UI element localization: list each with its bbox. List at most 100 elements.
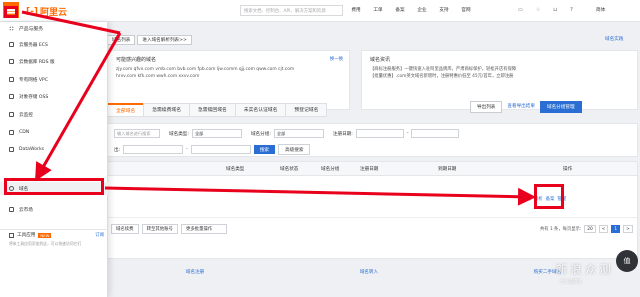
highlight-domain-item — [4, 178, 104, 195]
batch-renew-button[interactable]: 域名续费 — [111, 224, 139, 234]
news-line[interactable]: 【商标注册服务】一键快速入驻阿里品牌库，严肃商标保护，轻松开店有保障 — [370, 66, 629, 73]
nav-site[interactable]: 官网 — [455, 7, 477, 13]
date-separator: - — [186, 147, 188, 152]
expiry-start-input[interactable] — [123, 145, 184, 154]
cart-icon[interactable]: ⊔ — [553, 7, 557, 13]
view-export-link[interactable]: 查看导出结果 — [507, 101, 535, 113]
domain-search-input[interactable]: 输入域名进行搜索 — [114, 129, 160, 138]
group-manage-button[interactable]: 域名分组管理 — [539, 101, 582, 113]
advanced-search-button[interactable]: 高级搜索 — [278, 144, 311, 155]
news-line[interactable]: 【批量优惠】.com英文域名新增时，注册特惠价低至 45元/首年，立即注册 — [370, 73, 629, 80]
database-icon — [9, 59, 14, 64]
export-list-button[interactable]: 导出列表 — [470, 101, 503, 113]
nav-enterprise[interactable]: 企业 — [411, 7, 433, 13]
page-1-button[interactable]: 1 — [611, 225, 621, 233]
side-header-label: 产品与服务 — [19, 26, 43, 32]
language-switch[interactable]: 简体 — [596, 7, 605, 13]
sidebar-item-label: 云数据库 RDS 版 — [19, 59, 55, 65]
bell-icon[interactable]: ♢ — [536, 7, 540, 13]
date-label: 注册日期: — [332, 131, 353, 137]
tool-apps-label: 工具应用 — [17, 233, 36, 238]
help-link[interactable]: 域名实践 — [605, 36, 623, 42]
next-page-button[interactable]: > — [623, 225, 633, 233]
dataworks-icon — [9, 147, 14, 152]
table-footer: 域名续费 转至其他账号 更多批量操作 共有 1 条，每页显示: 20 < 1 > — [108, 220, 637, 236]
domain-suggestions[interactable]: zjy.com qfvx.com vmb.com bvb.com fpb.com… — [116, 66, 341, 73]
global-search-input[interactable]: 搜索文档、控制台、API、解决方案和资源 — [240, 5, 343, 16]
refresh-link[interactable]: 换一换 — [330, 56, 343, 62]
sidebar-item-label: CDN — [19, 130, 30, 135]
interest-domains-card: 可能感兴趣的域名 换一换 zjy.com qfvx.com vmb.com bv… — [107, 50, 350, 110]
col-status: 域名状态 — [280, 167, 299, 172]
sidebar-item-ecs[interactable]: 云服务器 ECS — [0, 38, 108, 51]
market-icon — [9, 207, 14, 212]
toolbox-icon — [9, 232, 14, 238]
domain-table: 域名类型 域名状态 域名分组 注册日期 到期日期 操作 续费 解析 备案 管理 … — [107, 161, 638, 275]
nav-ticket[interactable]: 工单 — [367, 7, 389, 13]
watermark-subtext: 什么值得买 — [560, 280, 582, 285]
sidebar-item-label: 对象存储 OSS — [19, 94, 49, 100]
batch-more-select[interactable]: 更多批量操作 — [180, 224, 227, 234]
storage-icon — [9, 94, 14, 99]
tab-unverified[interactable]: 未实名认证域名 — [234, 103, 287, 117]
nav-support[interactable]: 支持 — [433, 7, 455, 13]
list-actions: 导出列表 查看导出结果 域名分组管理 — [470, 101, 582, 113]
expiry-end-input[interactable] — [190, 145, 251, 154]
divider — [0, 229, 108, 230]
terminal-icon[interactable]: ▭ — [518, 7, 523, 13]
sidebar-item-cdn[interactable]: CDN — [0, 126, 108, 139]
top-icons: ▭ ♢ ⊔ ? — [518, 7, 573, 13]
col-actions: 操作 — [563, 167, 573, 172]
total-count: 共有 1 条，每页显示: — [540, 227, 582, 232]
tab-renew[interactable]: 急需续费域名 — [143, 103, 190, 117]
col-reg-date: 注册日期 — [360, 167, 379, 172]
highlight-resolve-link — [534, 184, 564, 209]
monitor-icon — [9, 112, 14, 117]
renew-link[interactable]: 续费 — [522, 196, 531, 202]
page-size-select[interactable]: 20 — [584, 225, 596, 233]
date-end-input[interactable] — [411, 129, 460, 138]
transfer-button[interactable]: 转至其他账号 — [141, 224, 178, 234]
sidebar-item-vpc[interactable]: 专有网络 VPC — [0, 73, 108, 86]
sidebar-item-market[interactable]: 云市场 — [0, 203, 108, 216]
register-domain-link[interactable]: 域名注册 — [186, 269, 204, 275]
tab-all-domains[interactable]: 全部域名 — [107, 103, 145, 117]
card-title: 可能感兴趣的域名 — [116, 57, 157, 63]
sidebar-item-rds[interactable]: 云数据库 RDS 版 — [0, 55, 108, 68]
cdn-icon — [9, 130, 14, 135]
group-select[interactable]: 全部 — [273, 129, 324, 138]
crumb-domain-list[interactable]: 域名列表 — [107, 35, 136, 45]
sidebar-item-label: 云服务器 ECS — [19, 42, 48, 48]
date-start-input[interactable] — [355, 129, 404, 138]
product-side-panel: 产品与服务 › 云服务器 ECS 云数据库 RDS 版 专有网络 VPC 对象存… — [0, 22, 108, 297]
col-group: 域名分组 — [321, 167, 340, 172]
group-label: 域名分组: — [250, 131, 271, 137]
tab-preregister[interactable]: 预登记域名 — [285, 103, 328, 117]
help-icon[interactable]: ? — [570, 7, 573, 13]
prev-page-button[interactable]: < — [598, 225, 609, 233]
type-select[interactable]: 全部 — [191, 129, 242, 138]
watermark-text: 新 浪 众 测 — [556, 263, 611, 276]
transfer-in-link[interactable]: 域名转入 — [360, 269, 378, 275]
nav-billing[interactable]: 费用 — [345, 7, 367, 13]
tool-apps-description: 将来工具应用添加到这，可以快速访问它们 — [9, 241, 82, 246]
nav-icp[interactable]: 备案 — [389, 7, 411, 13]
subscribe-link[interactable]: 订阅 — [95, 232, 104, 238]
chevron-right-icon: › — [100, 25, 102, 31]
crumb-dns-list[interactable]: 进入域名解析列表>> — [137, 35, 192, 45]
logo-text: 阿里云 — [39, 8, 67, 18]
aliyun-logo[interactable]: [-] 阿里云 — [26, 5, 67, 19]
sidebar-item-label: 专有网络 VPC — [19, 77, 48, 83]
sidebar-item-label: DataWorks — [19, 147, 44, 152]
products-services-header[interactable]: 产品与服务 › — [0, 22, 108, 34]
sidebar-item-monitor[interactable]: 云监控 — [0, 108, 108, 121]
tool-apps-section: 工具应用 NEW 订阅 将来工具应用添加到这，可以快速访问它们 — [9, 232, 104, 247]
pagination: 共有 1 条，每页显示: 20 < 1 > — [540, 225, 633, 233]
domain-suggestions[interactable]: hrvv.com kfk.com wwh.com xxvv.com — [116, 73, 341, 80]
sidebar-item-label: 云监控 — [19, 112, 33, 118]
search-button[interactable]: 搜索 — [253, 145, 276, 154]
sidebar-item-dataworks[interactable]: DataWorks — [0, 143, 108, 156]
tab-redeem[interactable]: 急需赎回域名 — [189, 103, 236, 117]
sidebar-item-oss[interactable]: 对象存储 OSS — [0, 90, 108, 103]
expiry-label: 出: — [114, 147, 121, 153]
